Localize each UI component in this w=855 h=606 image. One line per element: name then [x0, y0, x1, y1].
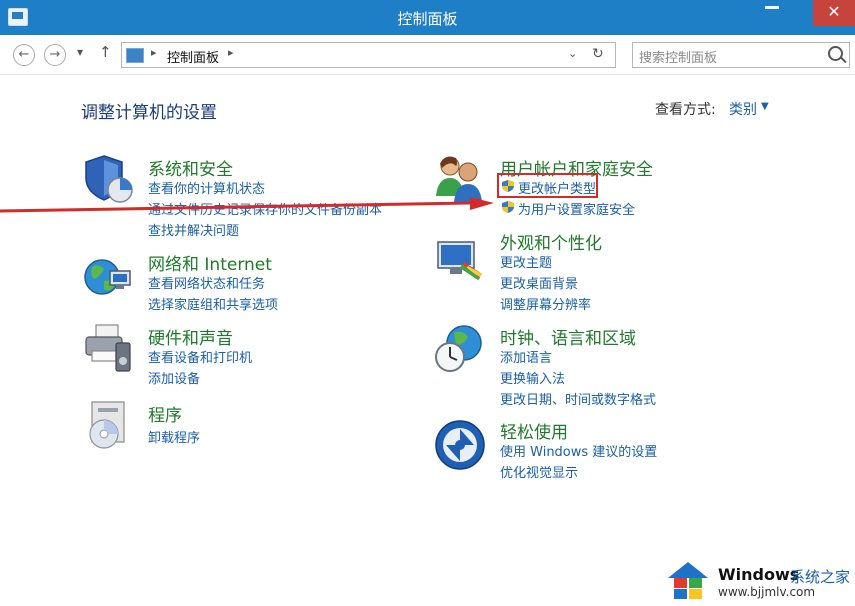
link-change-date-time-format[interactable]: 更改日期、时间或数字格式 — [500, 389, 656, 408]
link-homegroup-sharing[interactable]: 选择家庭组和共享选项 — [148, 294, 278, 313]
link-change-theme[interactable]: 更改主题 — [500, 252, 552, 271]
address-history-dropdown[interactable]: ⌄ — [568, 47, 577, 60]
up-button[interactable]: ↑ — [99, 43, 112, 61]
window-title: 控制面板 — [397, 10, 458, 28]
link-optimize-visual-display[interactable]: 优化视觉显示 — [500, 462, 578, 481]
category-hardware-sound[interactable]: 硬件和声音 — [148, 324, 233, 349]
link-add-language[interactable]: 添加语言 — [500, 347, 552, 366]
windows-logo-icon — [668, 562, 708, 599]
watermark-site-name: 系统之家 — [790, 568, 851, 586]
recent-pages-dropdown[interactable]: ▾ — [77, 45, 83, 59]
link-windows-recommended-settings[interactable]: 使用 Windows 建议的设置 — [500, 441, 657, 460]
view-by-label: 查看方式: — [655, 102, 716, 118]
link-add-device[interactable]: 添加设备 — [148, 368, 200, 387]
link-uninstall-program[interactable]: 卸载程序 — [148, 427, 200, 446]
search-input[interactable]: 搜索控制面板 — [639, 47, 717, 66]
view-by-arrow-icon[interactable]: ▼ — [761, 101, 769, 112]
forward-button[interactable]: → — [44, 44, 66, 66]
back-button[interactable]: ← — [13, 44, 35, 66]
close-button[interactable]: ✕ — [813, 0, 855, 26]
category-programs[interactable]: 程序 — [148, 401, 182, 426]
breadcrumb-separator[interactable]: ▸ — [228, 46, 234, 59]
watermark-brand: Windows — [718, 565, 800, 584]
watermark-url: www.bjjmlv.com — [718, 585, 816, 599]
link-adjust-resolution[interactable]: 调整屏幕分辨率 — [500, 294, 591, 313]
clock-globe-icon[interactable] — [434, 323, 486, 375]
uac-shield-icon — [502, 201, 514, 213]
hardware-printer-icon[interactable] — [82, 323, 134, 375]
ease-of-access-icon[interactable] — [434, 419, 486, 471]
navigation-bar: ← → ▾ ↑ ▸ 控制面板 ▸ ⌄ ↻ 搜索控制面板 — [0, 35, 855, 75]
search-icon[interactable] — [828, 46, 843, 61]
category-ease-of-access[interactable]: 轻松使用 — [500, 418, 568, 443]
link-network-status[interactable]: 查看网络状态和任务 — [148, 273, 265, 292]
category-clock-language-region[interactable]: 时钟、语言和区域 — [500, 324, 636, 349]
title-bar: 控制面板 ✕ — [0, 0, 855, 35]
network-globe-icon[interactable] — [82, 253, 134, 305]
annotation-highlight-box — [497, 173, 598, 198]
link-family-safety[interactable]: 为用户设置家庭安全 — [518, 199, 635, 218]
breadcrumb-control-panel[interactable]: 控制面板 — [167, 47, 219, 66]
appearance-monitor-icon[interactable] — [434, 236, 486, 288]
link-change-desktop-background[interactable]: 更改桌面背景 — [500, 273, 578, 292]
search-box[interactable]: 搜索控制面板 — [632, 42, 850, 68]
page-title: 调整计算机的设置 — [81, 103, 217, 123]
link-change-input-method[interactable]: 更换输入法 — [500, 368, 565, 387]
control-panel-address-icon — [126, 48, 144, 63]
annotation-arrow — [0, 197, 494, 213]
refresh-button[interactable]: ↻ — [592, 46, 604, 62]
category-system-security[interactable]: 系统和安全 — [148, 155, 233, 180]
view-by-dropdown[interactable]: 类别 — [729, 99, 757, 119]
programs-disc-icon[interactable] — [82, 400, 134, 452]
category-network-internet[interactable]: 网络和 Internet — [148, 250, 272, 275]
link-devices-printers[interactable]: 查看设备和打印机 — [148, 347, 252, 366]
address-bar[interactable]: ▸ 控制面板 ▸ ⌄ ↻ — [121, 42, 616, 68]
breadcrumb-separator[interactable]: ▸ — [151, 46, 157, 59]
minimize-button[interactable] — [765, 6, 779, 9]
category-appearance[interactable]: 外观和个性化 — [500, 229, 602, 254]
